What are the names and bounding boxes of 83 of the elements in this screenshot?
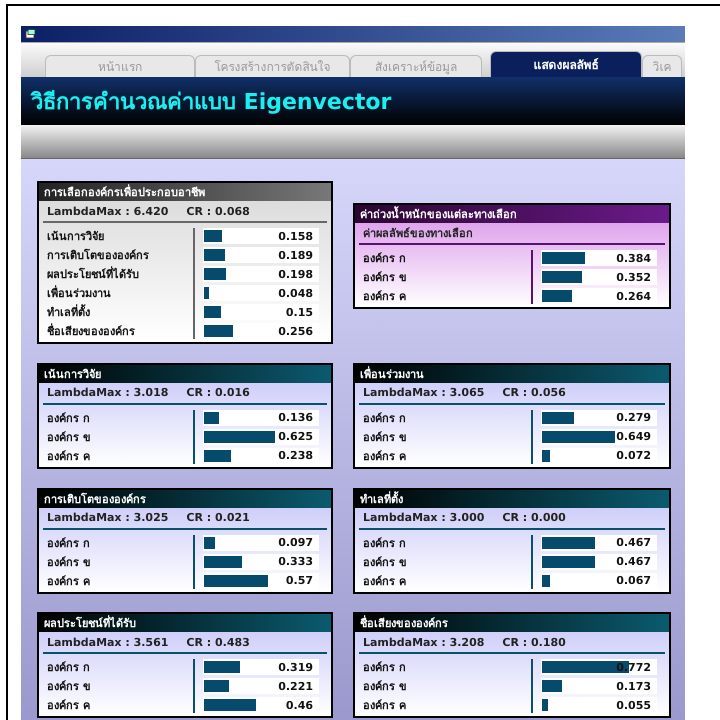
row-label: องค์กร ก	[363, 660, 407, 676]
panel-title: ชื่อเสียงขององค์กร	[355, 614, 669, 632]
row-label: องค์กร ค	[47, 574, 91, 588]
cr-text: CR : 0.180	[502, 636, 566, 649]
bar-value: 0.158	[278, 230, 314, 242]
lambda-max-text: LambdaMax : 6.420	[47, 204, 168, 218]
bar-value: 0.238	[278, 449, 314, 462]
row-label: องค์กร ก	[363, 536, 407, 550]
row-label: องค์กร ข	[47, 679, 92, 694]
row-label: เพื่อนร่วมงาน	[47, 285, 112, 301]
bar-value: 0.467	[616, 555, 652, 568]
bar-value: 0.625	[278, 430, 314, 444]
lambda-max-text: LambdaMax : 3.065	[363, 386, 484, 400]
bar-value: 0.189	[278, 248, 314, 262]
row-label: องค์กร ข	[363, 430, 408, 445]
row-label: องค์กร ก	[47, 536, 91, 550]
row-label: องค์กร ค	[363, 448, 407, 464]
bar-value: 0.279	[616, 411, 652, 424]
row-label: ทำเลที่ตั้ง	[47, 304, 91, 320]
bar-value: 0.649	[616, 430, 652, 444]
bar-value: 0.136	[278, 411, 314, 424]
app-icon	[25, 29, 36, 39]
row-label: การเติบโตขององค์กร	[47, 248, 150, 263]
tab[interactable]: หน้าแรก	[45, 55, 195, 77]
bar-value: 0.055	[616, 698, 652, 712]
row-label: เน้นการวิจัย	[47, 229, 105, 244]
tab[interactable]: แสดงผลลัพธ์	[490, 51, 642, 77]
panel-title: การเติบโตขององค์กร	[39, 490, 331, 508]
bar-value: 0.173	[616, 680, 652, 693]
row-label: องค์กร ก	[47, 660, 91, 676]
panel-title: การเลือกองค์กรเพื่อประกอบอาชีพ	[39, 183, 331, 201]
row-label: องค์กร ข	[363, 270, 408, 285]
bar-value: 0.264	[616, 290, 652, 302]
row-label: ชื่อเสียงขององค์กร	[47, 323, 136, 339]
row-label: องค์กร ค	[47, 698, 91, 714]
lambda-max-text: LambdaMax : 3.018	[47, 386, 168, 400]
row-label: องค์กร ค	[47, 448, 91, 464]
row-label: องค์กร ข	[47, 554, 92, 570]
bar-value: 0.57	[286, 574, 314, 587]
panel-title: ทำเลที่ตั้ง	[355, 490, 669, 508]
cr-text: CR : 0.483	[186, 636, 250, 649]
bar-value: 0.048	[278, 286, 314, 300]
bar-value: 0.384	[616, 252, 652, 264]
bar-value: 0.46	[286, 698, 314, 712]
cr-text: CR : 0.068	[186, 204, 250, 218]
cr-text: CR : 0.056	[502, 386, 566, 400]
panel-title: ค่าถ่วงน้ำหนักของแต่ละทางเลือก	[355, 205, 669, 223]
cr-text: CR : 0.016	[186, 386, 250, 400]
bar-value: 0.221	[278, 680, 314, 693]
lambda-max-text: LambdaMax : 3.000	[363, 511, 484, 524]
bar-value: 0.097	[278, 536, 314, 549]
bar-value: 0.067	[616, 574, 652, 587]
row-label: องค์กร ข	[47, 430, 92, 445]
lambda-max-text: LambdaMax : 3.208	[363, 636, 484, 649]
bar-value: 0.256	[278, 324, 314, 338]
bar-value: 0.198	[278, 268, 314, 280]
row-label: องค์กร ข	[363, 554, 408, 570]
bar-value: 0.319	[278, 660, 314, 674]
row-label: องค์กร ค	[363, 574, 407, 588]
row-label: ผลประโยชน์ที่ได้รับ	[47, 266, 140, 282]
lambda-max-text: LambdaMax : 3.025	[47, 511, 168, 524]
bar-value: 0.352	[616, 270, 652, 284]
row-label: องค์กร ก	[47, 410, 91, 426]
row-label: องค์กร ค	[363, 698, 407, 714]
page-heading: วิธีการคำนวณค่าแบบ Eigenvector	[21, 77, 685, 125]
row-label: องค์กร ก	[363, 410, 407, 426]
cr-text: CR : 0.021	[186, 511, 250, 524]
lambda-max-text: LambdaMax : 3.561	[47, 636, 168, 649]
tab[interactable]: สังเคราะห์ข้อมูล	[350, 55, 482, 77]
bar-value: 0.467	[616, 536, 652, 549]
panel-title: ผลประโยชน์ที่ได้รับ	[39, 614, 331, 632]
bar-value: 0.072	[616, 449, 652, 462]
row-label: องค์กร ค	[363, 289, 407, 304]
panel-title: เพื่อนร่วมงาน	[355, 364, 669, 383]
tab[interactable]: วิเค	[642, 55, 682, 77]
panel-title: เน้นการวิจัย	[39, 364, 331, 383]
row-label: องค์กร ก	[363, 251, 407, 266]
bar-value: 0.15	[286, 306, 314, 318]
cr-text: CR : 0.000	[502, 511, 566, 524]
row-label: องค์กร ข	[363, 679, 408, 694]
tab[interactable]: โครงสร้างการตัดสินใจ	[195, 55, 350, 77]
bar-value: 0.333	[278, 555, 314, 568]
panel-subtitle: ค่าผลลัพธ์ของทางเลือก	[363, 226, 473, 242]
